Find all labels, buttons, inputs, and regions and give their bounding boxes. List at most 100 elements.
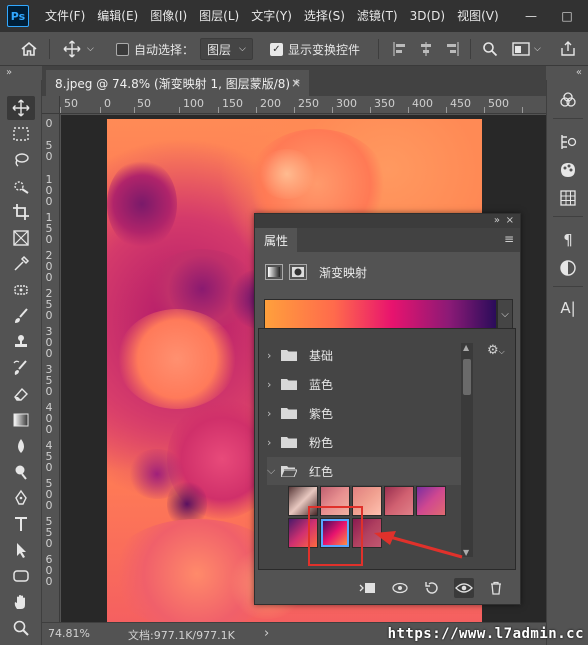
- photoshop-logo: Ps: [7, 5, 29, 27]
- eraser-tool-icon[interactable]: [7, 382, 35, 406]
- blur-tool-icon[interactable]: [7, 434, 35, 458]
- picker-scrollbar[interactable]: ▲ ▼: [461, 343, 473, 557]
- folder-blue[interactable]: › 蓝色: [267, 370, 467, 398]
- lasso-tool-icon[interactable]: [7, 148, 35, 172]
- folder-purple[interactable]: › 紫色: [267, 399, 467, 427]
- stamp-tool-icon[interactable]: [7, 330, 35, 354]
- workspace-icon[interactable]: ⌵: [512, 32, 541, 66]
- menu-select[interactable]: 选择(S): [298, 0, 351, 32]
- trash-icon[interactable]: [486, 578, 506, 598]
- minimize-button[interactable]: —: [516, 0, 546, 32]
- picker-scroll-thumb[interactable]: [463, 359, 471, 395]
- clip-to-layer-icon[interactable]: [358, 578, 378, 598]
- rectangle-tool-icon[interactable]: [7, 564, 35, 588]
- ruler-tick-label: 500: [45, 477, 53, 512]
- search-icon[interactable]: [482, 32, 498, 66]
- swatches-panel-icon[interactable]: [555, 158, 581, 182]
- view-previous-state-icon[interactable]: [390, 578, 410, 598]
- chevron-down-icon: ⌵: [239, 44, 246, 54]
- gradient-tool-icon[interactable]: [7, 408, 35, 432]
- panel-menu-icon[interactable]: ≡: [504, 232, 514, 246]
- hand-tool-icon[interactable]: [7, 590, 35, 614]
- right-panel-dock: ¶ A|: [546, 80, 588, 645]
- paragraph-panel-icon[interactable]: ¶: [555, 228, 581, 252]
- history-brush-tool-icon[interactable]: [7, 356, 35, 380]
- chevron-down-icon: ⌵: [534, 44, 541, 54]
- chevron-down-icon: ⌵: [267, 464, 276, 477]
- menu-filter[interactable]: 滤镜(T): [351, 0, 404, 32]
- menu-file[interactable]: 文件(F): [39, 0, 91, 32]
- show-transform-checkbox[interactable]: ✓: [270, 42, 283, 56]
- color-panel-icon[interactable]: [555, 88, 581, 112]
- auto-select-target: 图层 ⌵: [200, 32, 253, 66]
- brush-tool-icon[interactable]: [7, 304, 35, 328]
- ruler-tick-label: 400: [45, 401, 53, 436]
- scroll-up-icon[interactable]: ▲: [463, 343, 469, 352]
- document-tab[interactable]: 8.jpeg @ 74.8% (渐变映射 1, 图层蒙版/8) * ×: [46, 70, 309, 96]
- align-center-icon[interactable]: [418, 32, 434, 66]
- toolbar-collapse-toggle[interactable]: »: [0, 66, 42, 80]
- ruler-tick-label: 100: [45, 173, 53, 208]
- status-menu-arrow-icon[interactable]: ›: [264, 626, 269, 641]
- gradient-swatch[interactable]: [384, 486, 414, 516]
- document-tab-bar: 8.jpeg @ 74.8% (渐变映射 1, 图层蒙版/8) * ×: [42, 66, 546, 96]
- folder-red[interactable]: ⌵ 红色: [267, 457, 467, 485]
- close-icon[interactable]: ×: [506, 214, 514, 228]
- gradient-dropdown-button[interactable]: ⌵: [497, 299, 513, 329]
- character-panel-icon[interactable]: A|: [555, 296, 581, 320]
- crop-tool-icon[interactable]: [7, 200, 35, 224]
- horizontal-ruler: 50 0 50 100 150 200 250 300 350 400 450 …: [60, 96, 546, 114]
- menu-image[interactable]: 图像(I): [144, 0, 193, 32]
- move-tool-icon[interactable]: ⌵: [63, 32, 94, 66]
- frame-tool-icon[interactable]: [7, 226, 35, 250]
- gradient-preview-bar[interactable]: [264, 299, 497, 329]
- ruler-tick-label: 350: [45, 363, 53, 398]
- gear-icon[interactable]: ⚙⌵: [487, 343, 505, 358]
- grid-panel-icon[interactable]: [555, 186, 581, 210]
- marquee-tool-icon[interactable]: [7, 122, 35, 146]
- menu-type[interactable]: 文字(Y): [245, 0, 298, 32]
- path-select-tool-icon[interactable]: [7, 538, 35, 562]
- maximize-button[interactable]: □: [552, 0, 582, 32]
- type-tool-icon[interactable]: [7, 512, 35, 536]
- ruler-tick-label: 100: [183, 97, 204, 110]
- zoom-tool-icon[interactable]: [7, 616, 35, 640]
- healing-brush-tool-icon[interactable]: [7, 278, 35, 302]
- menu-layer[interactable]: 图层(L): [193, 0, 245, 32]
- history-panel-icon[interactable]: [555, 130, 581, 154]
- properties-tab[interactable]: 属性: [255, 228, 297, 252]
- adjustment-header: 渐变映射: [265, 261, 367, 283]
- align-right-icon[interactable]: [444, 32, 460, 66]
- ruler-tick-label: 400: [412, 97, 433, 110]
- auto-select-dropdown[interactable]: 图层 ⌵: [200, 38, 253, 60]
- move-tool-icon[interactable]: [7, 96, 35, 120]
- pen-tool-icon[interactable]: [7, 486, 35, 510]
- ruler-tick-label: 200: [45, 249, 53, 284]
- folder-basic[interactable]: › 基础: [267, 341, 467, 369]
- auto-select-checkbox[interactable]: [116, 42, 129, 56]
- folder-label: 基础: [309, 348, 334, 363]
- menu-edit[interactable]: 编辑(E): [91, 0, 144, 32]
- gradient-swatch[interactable]: [416, 486, 446, 516]
- layer-mask-icon[interactable]: [289, 264, 307, 280]
- folder-label: 紫色: [309, 406, 334, 421]
- dock-collapse-toggle[interactable]: «: [546, 66, 588, 80]
- reset-icon[interactable]: [422, 578, 442, 598]
- close-icon[interactable]: ×: [291, 76, 301, 90]
- folder-pink[interactable]: › 粉色: [267, 428, 467, 456]
- quick-select-tool-icon[interactable]: [7, 174, 35, 198]
- adjustments-panel-icon[interactable]: [555, 256, 581, 280]
- eyedropper-tool-icon[interactable]: [7, 252, 35, 276]
- properties-panel-titlebar[interactable]: » ×: [255, 214, 520, 228]
- menu-view[interactable]: 视图(V): [451, 0, 505, 32]
- ruler-tick-label: 50: [45, 139, 53, 163]
- dodge-tool-icon[interactable]: [7, 460, 35, 484]
- collapse-icon[interactable]: »: [494, 214, 500, 228]
- menu-3d[interactable]: 3D(D): [404, 0, 451, 32]
- visibility-eye-icon[interactable]: [454, 578, 474, 598]
- zoom-level[interactable]: 74.81%: [48, 627, 90, 640]
- align-left-icon[interactable]: [392, 32, 408, 66]
- open-folder-icon: [281, 466, 297, 477]
- share-icon[interactable]: [560, 32, 576, 66]
- home-icon[interactable]: [20, 32, 38, 66]
